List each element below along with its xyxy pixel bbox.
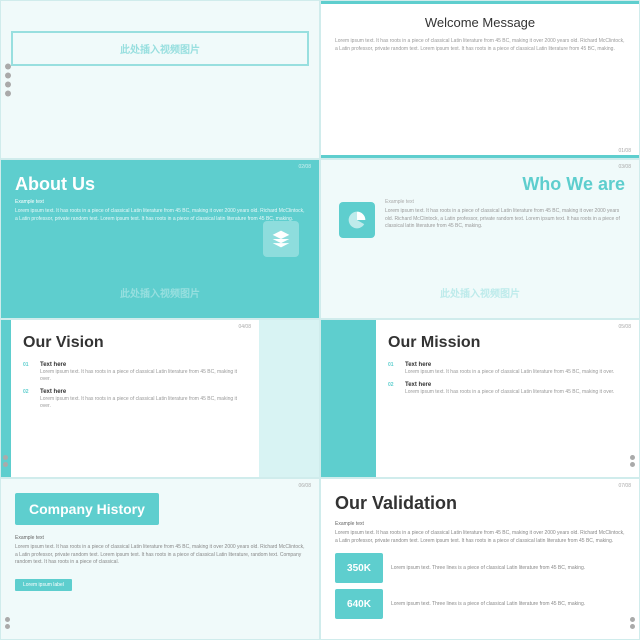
- item-text: Lorem ipsum text. It has roots in a piec…: [405, 369, 614, 376]
- item-text: Lorem ipsum text. It has roots in a piec…: [40, 369, 247, 383]
- icon-dot-1: [5, 63, 11, 69]
- slide-watermark: 此处插入视频图片: [1, 285, 319, 300]
- slide-our-validation: 07/08 Our Validation Example text Lorem …: [320, 478, 640, 640]
- slide-welcome-left: 此处插入视频图片: [0, 0, 320, 159]
- example-label: Example text: [15, 199, 305, 205]
- item-content: Text here Lorem ipsum text. It has roots…: [405, 362, 614, 376]
- stat-value-2: 640K: [335, 589, 383, 619]
- history-title-box: Company History: [15, 493, 159, 525]
- slide-number: 06/08: [298, 483, 311, 489]
- example-label: Example text: [15, 535, 305, 541]
- item-content: Text here Lorem ipsum text. It has roots…: [40, 389, 247, 410]
- slide-number: 07/08: [618, 483, 631, 489]
- slide-content: 05/08 Our Mission 01 Text here Lorem ips…: [376, 320, 639, 477]
- item-number: 02: [23, 389, 35, 395]
- slide-title: Welcome Message: [335, 15, 625, 30]
- stat-row-1: 350K Lorem ipsum text. Three lines is a …: [335, 553, 625, 583]
- icon-dot-1: [3, 455, 8, 460]
- learn-more-button[interactable]: Lorem ipsum label: [15, 579, 72, 591]
- icon-dot-1: [630, 455, 635, 460]
- slide-welcome-right: Welcome Message Lorem ipsum text. It has…: [320, 0, 640, 159]
- item-number: 02: [388, 382, 400, 388]
- item-number: 01: [23, 362, 35, 368]
- item-text: Lorem ipsum text. It has roots in a piec…: [405, 389, 614, 396]
- stat-text-2: Lorem ipsum text. Three lines is a piece…: [391, 601, 585, 608]
- slide-who-we-are: 03/08 Who We are Example text Lorem ipsu…: [320, 159, 640, 318]
- item-number: 01: [388, 362, 400, 368]
- slide-accent-bar: [1, 320, 11, 477]
- item-content: Text here Lorem ipsum text. It has roots…: [405, 382, 614, 396]
- slide-right-icons: [630, 617, 635, 629]
- slide-title: Who We are: [385, 174, 625, 195]
- slide-bottom-bar: [321, 155, 639, 158]
- slide-our-vision: 04/08 Our Vision 01 Text here Lorem ipsu…: [0, 319, 320, 478]
- item-title: Text here: [405, 382, 614, 388]
- example-label: Example text: [385, 199, 625, 205]
- slide-left-icons: [5, 63, 11, 96]
- icon-dot-2: [630, 624, 635, 629]
- pie-icon-box: [339, 202, 375, 238]
- icon-dot-2: [3, 462, 8, 467]
- slide-title: About Us: [15, 174, 305, 195]
- slide-title: Our Vision: [23, 334, 247, 352]
- item-text: Lorem ipsum text. It has roots in a piec…: [40, 396, 247, 410]
- slide-body: Lorem ipsum text. It has roots in a piec…: [335, 38, 625, 53]
- slide-number: 04/08: [238, 324, 251, 330]
- mission-item-2: 02 Text here Lorem ipsum text. It has ro…: [388, 382, 627, 396]
- stat-text-1: Lorem ipsum text. Three lines is a piece…: [391, 565, 585, 572]
- stat-row-2: 640K Lorem ipsum text. Three lines is a …: [335, 589, 625, 619]
- slide-number: 03/08: [618, 164, 631, 170]
- slide-image-placeholder: [321, 320, 376, 477]
- slide-right-icons: [630, 455, 635, 467]
- vision-item-1: 01 Text here Lorem ipsum text. It has ro…: [23, 362, 247, 383]
- item-title: Text here: [40, 389, 247, 395]
- icon-dot-2: [630, 462, 635, 467]
- slide-company-history: 06/08 Company History Example text Lorem…: [0, 478, 320, 640]
- slide-title: Our Validation: [335, 493, 625, 515]
- slide-number: 05/08: [618, 324, 631, 330]
- slide-our-mission: 05/08 Our Mission 01 Text here Lorem ips…: [320, 319, 640, 478]
- slide-title: Company History: [29, 501, 145, 517]
- stat-value-1: 350K: [335, 553, 383, 583]
- slide-number: 01/08: [618, 148, 631, 154]
- slide-left-icons: [3, 455, 8, 467]
- slide-about-us: 02/08 About Us Example text Lorem ipsum …: [0, 159, 320, 318]
- item-content: Text here Lorem ipsum text. It has roots…: [40, 362, 247, 383]
- slide-body: Lorem ipsum text. It has roots in a piec…: [15, 208, 305, 223]
- icon-dot-1: [5, 617, 10, 622]
- item-title: Text here: [405, 362, 614, 368]
- pie-chart-icon: [347, 210, 367, 230]
- icon-dot-4: [5, 90, 11, 96]
- slide-number: 02/08: [298, 164, 311, 170]
- icon-dot-3: [5, 81, 11, 87]
- layers-icon: [271, 229, 291, 249]
- slide-content: 04/08 Our Vision 01 Text here Lorem ipsu…: [11, 320, 259, 477]
- layers-icon-box: [263, 221, 299, 257]
- slide-image-placeholder: [259, 320, 319, 477]
- slide-watermark: 此处插入视频图片: [321, 285, 639, 300]
- icon-dot-1: [630, 617, 635, 622]
- slide-body: Lorem ipsum text. It has roots in a piec…: [15, 544, 305, 567]
- icon-dot-2: [5, 72, 11, 78]
- example-label: Example text: [335, 521, 625, 527]
- slide-watermark: 此处插入视频图片: [11, 31, 309, 66]
- item-title: Text here: [40, 362, 247, 368]
- slide-top-bar: [321, 1, 639, 4]
- slide-title: Our Mission: [388, 334, 627, 352]
- icon-dot-2: [5, 624, 10, 629]
- mission-item-1: 01 Text here Lorem ipsum text. It has ro…: [388, 362, 627, 376]
- slide-left-icons: [5, 617, 10, 629]
- slide-body: Lorem ipsum text. It has roots in a piec…: [385, 208, 625, 231]
- vision-item-2: 02 Text here Lorem ipsum text. It has ro…: [23, 389, 247, 410]
- slide-body: Lorem ipsum text. It has roots in a piec…: [335, 530, 625, 545]
